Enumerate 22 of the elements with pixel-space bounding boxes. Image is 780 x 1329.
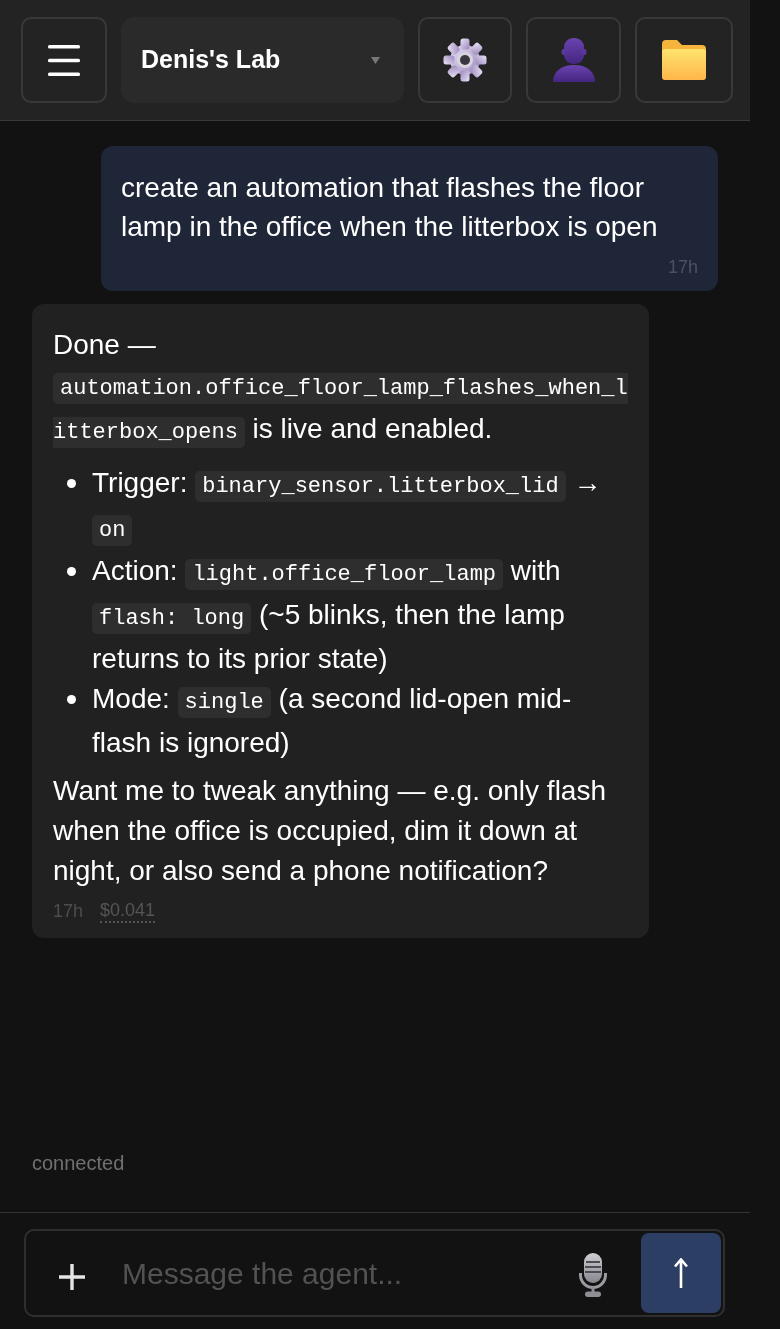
microphone-icon[interactable]	[579, 1253, 607, 1297]
menu-button[interactable]	[21, 17, 107, 103]
menu-icon	[48, 44, 80, 76]
bullet-icon	[67, 695, 76, 704]
message-text: Want me to tweak anything — e.g. only flash when the office is occupied, dim it down at night, or also send a phone notification?	[53, 774, 607, 888]
arrow-up-icon	[674, 1258, 688, 1288]
workspace-select[interactable]: Denis's Lab	[121, 17, 404, 103]
list-item-text: Action: light.office_floor_lamp with flash: long (~5 blinks, then the lamp returns to its prior state)	[92, 554, 566, 676]
connection-status: connected	[32, 1152, 125, 1174]
message-input[interactable]: Message the agent...	[122, 1250, 569, 1296]
list-item-text: Mode: single (a second lid-open mid-flash is ignored)	[92, 682, 573, 760]
gear-icon	[443, 38, 487, 82]
bullet-icon	[67, 479, 76, 488]
message-text: create an automation that flashes the floor lamp in the office when the litterbox is open	[121, 171, 659, 244]
settings-button[interactable]	[418, 17, 512, 103]
message-composer[interactable]: Message the agent...	[24, 1229, 725, 1317]
bullet-icon	[67, 567, 76, 576]
folder-button[interactable]	[635, 17, 733, 103]
caret-icon	[371, 56, 380, 64]
person-icon	[552, 38, 595, 82]
plus-icon[interactable]	[59, 1264, 85, 1290]
folder-icon	[662, 40, 706, 80]
